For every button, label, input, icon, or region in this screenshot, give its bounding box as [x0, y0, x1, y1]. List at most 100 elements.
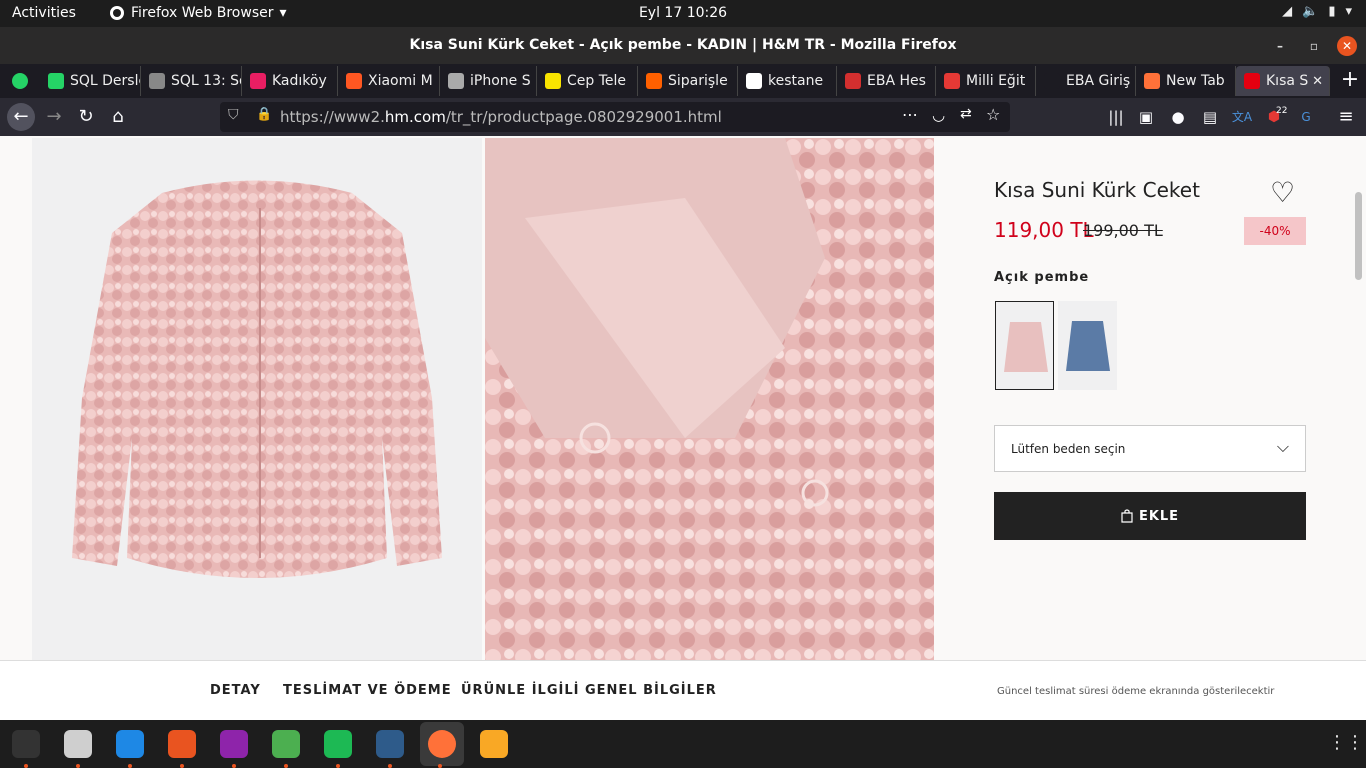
tab-delivery-payment[interactable]: TESLİMAT VE ÖDEME: [283, 683, 452, 698]
tab-label: EBA Hes: [867, 73, 926, 89]
tab-item[interactable]: Cep Tele: [537, 66, 638, 96]
e-icon: [346, 73, 362, 89]
phpstorm-icon[interactable]: [220, 730, 248, 758]
files-icon[interactable]: [64, 730, 92, 758]
tab-item[interactable]: Xiaomi M: [338, 66, 440, 96]
size-select[interactable]: Lütfen beden seçin ⌵: [994, 425, 1306, 472]
firefox-app-icon: [110, 6, 124, 20]
tab-item[interactable]: Milli Eğit: [936, 66, 1036, 96]
shield-icon[interactable]: ⛉: [228, 107, 239, 123]
tab-label: Cep Tele: [567, 73, 627, 89]
sublime-icon[interactable]: [480, 730, 508, 758]
tab-item[interactable]: EBA Giriş Ha: [1036, 66, 1136, 96]
page-content: Kısa Suni Kürk Ceket ♡ 119,00 TL 199,00 …: [0, 136, 1366, 720]
software-icon[interactable]: [168, 730, 196, 758]
adblock-extension-icon[interactable]: ⬢ 22: [1262, 105, 1288, 129]
tab-item[interactable]: EBA Hes: [837, 66, 936, 96]
library-icon[interactable]: |||: [1104, 105, 1128, 129]
terminal-icon[interactable]: [12, 730, 40, 758]
tab-label: Kısa S: [1266, 73, 1309, 89]
writer-icon[interactable]: [116, 730, 144, 758]
tab-item[interactable]: SQL Dersler: [40, 66, 141, 96]
back-button[interactable]: ←: [7, 103, 35, 131]
url-path: /tr_tr/productpage.0802929001.html: [445, 108, 722, 126]
firefox-icon[interactable]: [420, 722, 464, 766]
page-scrollbar[interactable]: [1355, 192, 1362, 280]
color-swatch-pink[interactable]: [995, 301, 1054, 390]
close-tab-icon[interactable]: ✕: [1312, 74, 1323, 89]
new-tab-button[interactable]: +: [1338, 68, 1362, 92]
running-indicator: [438, 764, 442, 768]
system-top-bar: Activities Firefox Web Browser ▾ Eyl 17 …: [0, 0, 1366, 27]
blue-jacket-thumbnail: [1058, 301, 1117, 390]
tab-item[interactable]: kestane: [738, 66, 837, 96]
system-tray[interactable]: ◢ 🔈 ▮ ▾: [1282, 4, 1352, 19]
add-to-bag-button[interactable]: EKLE: [994, 492, 1306, 540]
running-indicator: [284, 764, 288, 768]
product-image-main[interactable]: [32, 138, 482, 660]
meb-icon: [944, 73, 960, 89]
whatsapp-icon: [48, 73, 64, 89]
home-button[interactable]: ⌂: [106, 105, 130, 129]
tab-item[interactable]: Siparişle: [638, 66, 738, 96]
tab-item[interactable]: New Tab: [1136, 66, 1236, 96]
tab-item[interactable]: SQL 13: Sorg: [141, 66, 242, 96]
running-indicator: [128, 764, 132, 768]
shopping-bag-icon: [1121, 509, 1133, 523]
tab-label: Kadıköy: [272, 73, 327, 89]
discount-badge: -40%: [1244, 217, 1306, 245]
app-menu[interactable]: Firefox Web Browser ▾: [109, 5, 287, 21]
lock-icon[interactable]: 🔒: [256, 107, 272, 122]
adblock-badge-count: 22: [1276, 106, 1288, 116]
tab-pinned-whatsapp[interactable]: [4, 66, 40, 96]
chrome-icon[interactable]: [272, 730, 300, 758]
page-actions-icon[interactable]: ⋯: [902, 105, 918, 124]
tab-general-info[interactable]: ÜRÜNLE İLGİLİ GENEL BİLGİLER: [461, 683, 717, 698]
window-title-bar: Kısa Suni Kürk Ceket - Açık pembe - KADI…: [0, 27, 1366, 64]
close-window-button[interactable]: ✕: [1337, 36, 1357, 56]
reload-button[interactable]: ↻: [74, 105, 98, 129]
product-info-tabs: DETAY TESLİMAT VE ÖDEME ÜRÜNLE İLGİLİ GE…: [0, 660, 1366, 720]
tab-label: Milli Eğit: [966, 73, 1026, 89]
account-icon[interactable]: ●: [1166, 105, 1190, 129]
tab-item[interactable]: iPhone S: [440, 66, 537, 96]
tab-item[interactable]: Kısa S ✕: [1236, 66, 1330, 96]
running-indicator: [180, 764, 184, 768]
minimize-button[interactable]: –: [1270, 36, 1290, 56]
mysql-workbench-icon[interactable]: [376, 730, 404, 758]
spotify-icon[interactable]: [324, 730, 352, 758]
running-indicator: [232, 764, 236, 768]
whatsapp-icon: [12, 73, 28, 89]
tab-item[interactable]: Kadıköy: [242, 66, 338, 96]
add-to-bag-label: EKLE: [1138, 508, 1180, 524]
google-translate-icon[interactable]: G: [1294, 105, 1318, 129]
hamburger-menu-icon[interactable]: ≡: [1334, 105, 1358, 129]
s-icon: [545, 73, 561, 89]
bookmark-star-icon[interactable]: ☆: [986, 105, 1000, 124]
delivery-note: Güncel teslimat süresi ödeme ekranında g…: [997, 686, 1275, 697]
pink-jacket-illustration: [72, 180, 442, 578]
chevron-down-icon: ⌵: [1276, 437, 1289, 456]
blank-icon: [1044, 73, 1060, 89]
firefox-icon: [1144, 73, 1160, 89]
show-applications-icon[interactable]: ⋮⋮: [1328, 732, 1364, 753]
tab-detail[interactable]: DETAY: [210, 683, 261, 698]
url-bar[interactable]: ⛉ 🔒 https://www2.hm.com/tr_tr/productpag…: [220, 102, 1010, 132]
running-indicator: [388, 764, 392, 768]
translate-icon[interactable]: ⇄: [960, 106, 972, 122]
forward-button[interactable]: →: [42, 105, 66, 129]
app-menu-label: Firefox Web Browser: [131, 5, 274, 21]
favorite-heart-icon[interactable]: ♡: [1270, 176, 1295, 209]
pocket-icon[interactable]: ◡: [932, 106, 945, 124]
running-indicator: [336, 764, 340, 768]
product-image-detail[interactable]: [485, 138, 934, 660]
translator-extension-icon[interactable]: 文A: [1230, 105, 1254, 129]
activities-button[interactable]: Activities: [12, 5, 76, 21]
color-swatch-blue[interactable]: [1058, 301, 1117, 390]
color-name: Açık pembe: [994, 270, 1090, 285]
maximize-button[interactable]: ▫: [1304, 36, 1324, 56]
sidebar-icon[interactable]: ▣: [1134, 105, 1158, 129]
url-text[interactable]: https://www2.hm.com/tr_tr/productpage.08…: [280, 108, 722, 126]
wifi-icon: ◢: [1282, 4, 1293, 19]
containers-icon[interactable]: ▤: [1198, 105, 1222, 129]
